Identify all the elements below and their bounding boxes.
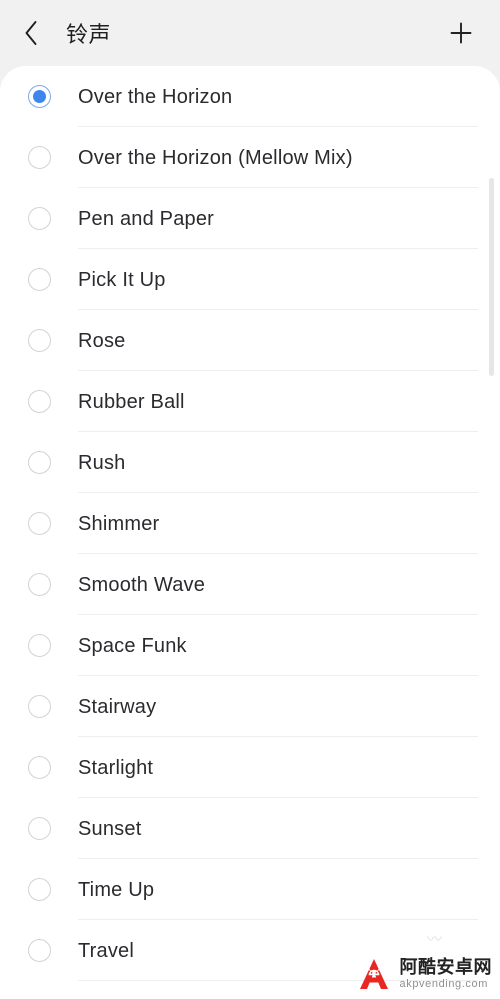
radio-wrap[interactable]: [0, 85, 78, 108]
radio-button[interactable]: [27, 695, 51, 718]
ringtone-row[interactable]: Over the Horizon: [0, 66, 500, 127]
ringtone-label: Rush: [78, 452, 126, 473]
ringtone-row[interactable]: Rush: [0, 432, 500, 493]
ringtone-label: Stairway: [78, 696, 157, 717]
ringtone-row[interactable]: Travel: [0, 920, 500, 981]
radio-wrap[interactable]: [0, 695, 78, 718]
radio-button[interactable]: [27, 756, 51, 779]
radio-wrap[interactable]: [0, 329, 78, 352]
row-divider: [78, 980, 478, 981]
radio-wrap[interactable]: [0, 207, 78, 230]
radio-wrap[interactable]: [0, 939, 78, 962]
radio-wrap[interactable]: [0, 756, 78, 779]
radio-button-selected[interactable]: [27, 85, 51, 108]
ringtone-row[interactable]: Rubber Ball: [0, 371, 500, 432]
ringtone-label: Shimmer: [78, 513, 160, 534]
ringtone-row[interactable]: Starlight: [0, 737, 500, 798]
ringtone-list: Over the Horizon Over the Horizon (Mellow…: [0, 66, 500, 981]
radio-button[interactable]: [27, 634, 51, 657]
ringtone-label: Space Funk: [78, 635, 187, 656]
ringtone-label: Pen and Paper: [78, 208, 215, 229]
radio-button[interactable]: [27, 146, 51, 169]
radio-button[interactable]: [27, 878, 51, 901]
radio-wrap[interactable]: [0, 573, 78, 596]
radio-button[interactable]: [27, 573, 51, 596]
scrollbar-track[interactable]: [489, 118, 497, 988]
radio-button[interactable]: [27, 512, 51, 535]
ringtone-row[interactable]: Pick It Up: [0, 249, 500, 310]
ringtone-label: Time Up: [78, 879, 155, 900]
radio-wrap[interactable]: [0, 512, 78, 535]
ringtone-label: Over the Horizon: [78, 86, 233, 107]
add-ringtone-button[interactable]: [438, 10, 484, 56]
ringtone-list-card: Over the Horizon Over the Horizon (Mellow…: [0, 66, 500, 999]
scrollbar-thumb[interactable]: [489, 178, 494, 376]
radio-wrap[interactable]: [0, 451, 78, 474]
ringtone-picker-screen: 铃声 Over the Horizon Over the Horizon (Mel…: [0, 0, 500, 999]
ringtone-label: Pick It Up: [78, 269, 166, 290]
ringtone-row[interactable]: Pen and Paper: [0, 188, 500, 249]
ringtone-label: Over the Horizon (Mellow Mix): [78, 147, 353, 168]
ringtone-label: Smooth Wave: [78, 574, 206, 595]
page-title: 铃声: [66, 22, 112, 47]
radio-button[interactable]: [27, 268, 51, 291]
ringtone-label: Rubber Ball: [78, 391, 185, 412]
plus-icon: [448, 20, 474, 46]
ringtone-label: Rose: [78, 330, 126, 351]
ringtone-row[interactable]: Rose: [0, 310, 500, 371]
radio-wrap[interactable]: [0, 817, 78, 840]
chevron-left-icon: [22, 18, 40, 48]
app-header: 铃声: [0, 0, 500, 66]
wave-decoration-icon: 〰: [426, 931, 442, 948]
ringtone-row[interactable]: Sunset: [0, 798, 500, 859]
radio-button[interactable]: [27, 390, 51, 413]
radio-button[interactable]: [27, 451, 51, 474]
radio-button[interactable]: [27, 817, 51, 840]
radio-button[interactable]: [27, 939, 51, 962]
radio-wrap[interactable]: [0, 390, 78, 413]
radio-button[interactable]: [27, 207, 51, 230]
ringtone-row[interactable]: Time Up: [0, 859, 500, 920]
back-button[interactable]: [22, 16, 52, 50]
radio-wrap[interactable]: [0, 146, 78, 169]
ringtone-row[interactable]: Shimmer: [0, 493, 500, 554]
ringtone-label: Sunset: [78, 818, 142, 839]
radio-wrap[interactable]: [0, 268, 78, 291]
radio-wrap[interactable]: [0, 878, 78, 901]
ringtone-row[interactable]: Stairway: [0, 676, 500, 737]
radio-button[interactable]: [27, 329, 51, 352]
ringtone-row[interactable]: Space Funk: [0, 615, 500, 676]
ringtone-row[interactable]: Smooth Wave: [0, 554, 500, 615]
ringtone-label: Starlight: [78, 757, 154, 778]
ringtone-row[interactable]: Over the Horizon (Mellow Mix): [0, 127, 500, 188]
radio-wrap[interactable]: [0, 634, 78, 657]
